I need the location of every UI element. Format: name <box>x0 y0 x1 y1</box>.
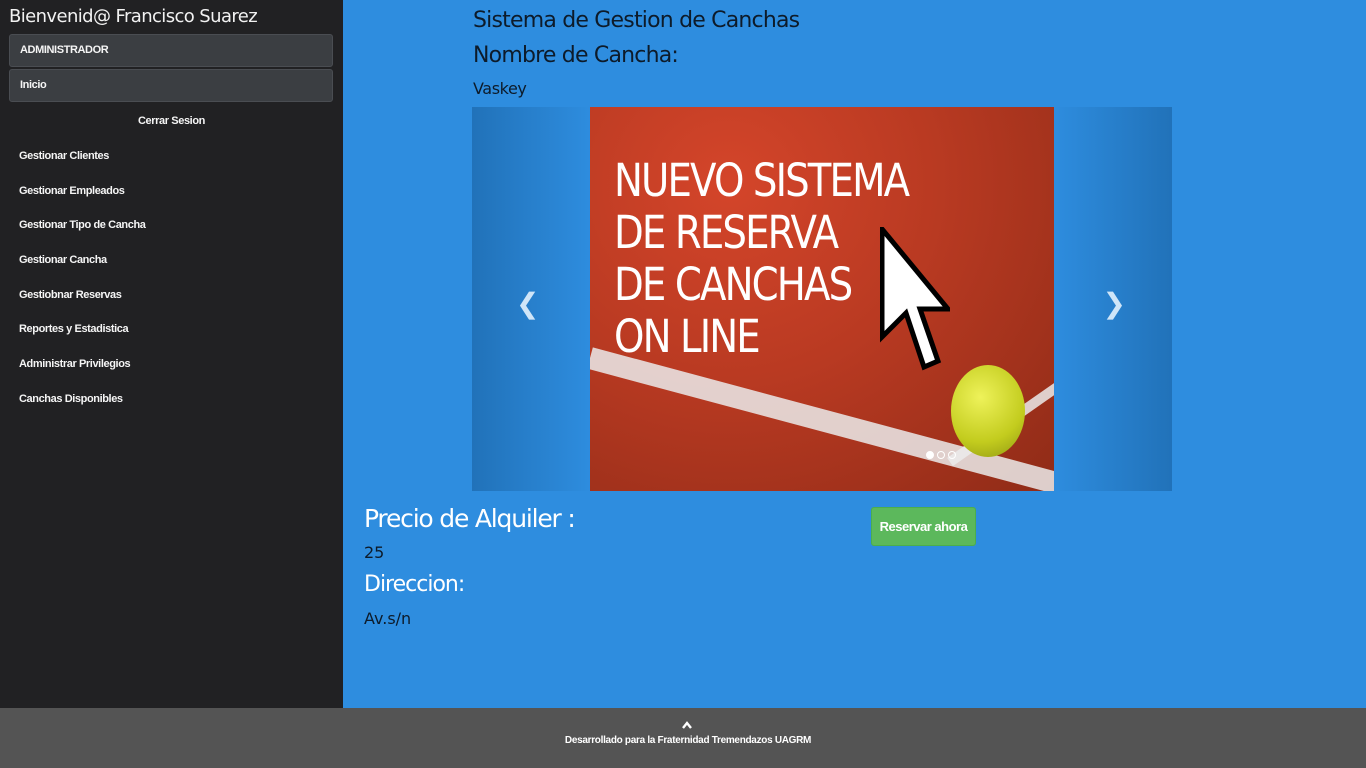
carousel-slide: NUEVO SISTEMA DE RESERVA DE CANCHAS ON L… <box>590 107 1054 491</box>
sidebar-nav: Gestionar Clientes Gestionar Empleados G… <box>19 150 146 428</box>
address-label: Direccion: <box>364 572 465 597</box>
carousel-indicator-3[interactable] <box>948 451 956 459</box>
logout-link[interactable]: Cerrar Sesion <box>0 115 343 127</box>
chevron-left-icon: ❮ <box>516 287 540 320</box>
home-button[interactable]: Inicio <box>9 69 333 102</box>
carousel-next-button[interactable]: ❯ <box>1052 107 1172 491</box>
carousel-indicator-2[interactable] <box>937 451 945 459</box>
price-value: 25 <box>364 543 385 562</box>
court-name-value: Vaskey <box>473 79 527 98</box>
reserve-now-button[interactable]: Reservar ahora <box>871 507 976 546</box>
sidebar-item-employees[interactable]: Gestionar Empleados <box>19 185 146 220</box>
main-content: Sistema de Gestion de Canchas Nombre de … <box>343 0 1366 708</box>
mouse-cursor-icon <box>880 227 950 371</box>
role-button[interactable]: ADMINISTRADOR <box>9 34 333 67</box>
tennis-ball-icon <box>951 365 1025 457</box>
sidebar: Bienvenid@ Francisco Suarez ADMINISTRADO… <box>0 0 343 708</box>
sidebar-item-courts[interactable]: Gestionar Cancha <box>19 254 146 289</box>
carousel-prev-button[interactable]: ❮ <box>472 107 592 491</box>
sidebar-item-court-types[interactable]: Gestionar Tipo de Cancha <box>19 219 146 254</box>
welcome-text: Bienvenid@ Francisco Suarez <box>9 6 258 27</box>
sidebar-item-reservations[interactable]: Gestiobnar Reservas <box>19 289 146 324</box>
chevron-up-icon[interactable] <box>680 720 694 730</box>
chevron-right-icon: ❯ <box>1102 287 1126 320</box>
slide-headline: NUEVO SISTEMA DE RESERVA DE CANCHAS ON L… <box>614 154 910 363</box>
address-value: Av.s/n <box>364 609 412 628</box>
carousel-indicator-1[interactable] <box>926 451 934 459</box>
sidebar-item-available-courts[interactable]: Canchas Disponibles <box>19 393 146 428</box>
carousel-indicators <box>926 451 956 459</box>
page-title: Sistema de Gestion de Canchas <box>473 8 800 33</box>
sidebar-item-reports[interactable]: Reportes y Estadistica <box>19 323 146 358</box>
sidebar-item-clients[interactable]: Gestionar Clientes <box>19 150 146 185</box>
price-label: Precio de Alquiler : <box>364 504 576 533</box>
image-carousel: ❮ ❯ NUEVO SISTEMA DE RESERVA DE CANCHAS … <box>472 107 1172 491</box>
sidebar-item-privileges[interactable]: Administrar Privilegios <box>19 358 146 393</box>
court-name-label: Nombre de Cancha: <box>473 43 679 68</box>
footer-text: Desarrollado para la Fraternidad Tremend… <box>564 735 812 746</box>
footer: Desarrollado para la Fraternidad Tremend… <box>0 708 1366 768</box>
